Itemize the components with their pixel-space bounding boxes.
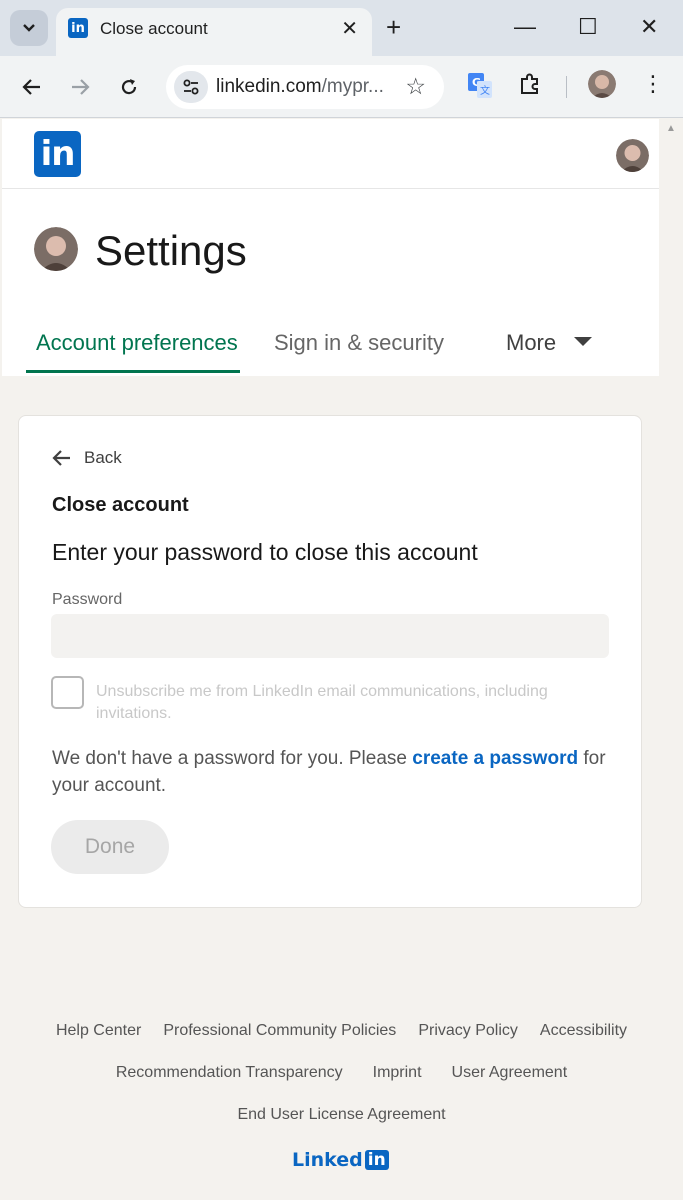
create-password-link[interactable]: create a password xyxy=(412,748,578,769)
browser-toolbar: linkedin.com/mypr... ☆ G文 ⋮ xyxy=(0,56,683,118)
back-nav-button[interactable] xyxy=(15,70,49,104)
window-maximize-button[interactable]: ☐ xyxy=(578,12,598,42)
arrow-left-icon xyxy=(22,79,40,95)
settings-header: Settings Account preferences Sign in & s… xyxy=(2,189,659,376)
settings-tabs: Account preferences Sign in & security M… xyxy=(2,314,659,376)
arrow-right-icon xyxy=(72,79,90,95)
linkedin-topbar: in ▲ xyxy=(2,119,676,189)
page-content: in ▲ Settings Account preferences Sign i… xyxy=(0,119,683,1200)
tab-title: Close account xyxy=(100,19,208,38)
site-info-button[interactable] xyxy=(174,71,208,103)
unsubscribe-checkbox-label: Unsubscribe me from LinkedIn email commu… xyxy=(96,683,548,722)
footer-link-recommendation-transparency[interactable]: Recommendation Transparency xyxy=(116,1064,343,1082)
footer-link-community-policies[interactable]: Professional Community Policies xyxy=(163,1022,396,1040)
footer-link-help-center[interactable]: Help Center xyxy=(56,1022,141,1040)
linkedin-favicon-icon: in xyxy=(68,18,88,38)
address-bar[interactable]: linkedin.com/mypr... ☆ xyxy=(166,65,444,109)
back-label: Back xyxy=(84,448,122,467)
page-title: Settings xyxy=(95,227,247,274)
footer-row-1: Help Center Professional Community Polic… xyxy=(0,1022,683,1040)
window-close-button[interactable]: ✕ xyxy=(640,12,658,42)
card-title: Close account xyxy=(52,494,189,516)
close-account-card: Back Close account Enter your password t… xyxy=(18,415,642,908)
footer-link-privacy-policy[interactable]: Privacy Policy xyxy=(418,1022,518,1040)
linkedin-logo[interactable]: in xyxy=(34,131,81,177)
tab-account-preferences[interactable]: Account preferences xyxy=(36,330,238,356)
forward-nav-button[interactable] xyxy=(63,70,97,104)
unsubscribe-checkbox[interactable] xyxy=(51,676,84,709)
tab-more[interactable]: More xyxy=(506,330,593,356)
reload-button[interactable] xyxy=(112,70,146,104)
footer-row-2: Recommendation Transparency Imprint User… xyxy=(0,1064,683,1082)
profile-avatar-icon[interactable] xyxy=(588,70,616,98)
settings-avatar xyxy=(34,227,78,271)
new-tab-button[interactable]: + xyxy=(386,12,401,42)
browser-tabstrip: in Close account ✕ + — ☐ ✕ xyxy=(0,0,683,56)
svg-text:文: 文 xyxy=(480,84,490,97)
footer-link-user-agreement[interactable]: User Agreement xyxy=(452,1064,568,1082)
tab-sign-in-security[interactable]: Sign in & security xyxy=(274,330,444,356)
chevron-down-icon xyxy=(23,24,35,32)
caret-down-icon xyxy=(574,336,593,346)
password-label: Password xyxy=(52,591,123,608)
arrow-left-icon xyxy=(52,450,70,466)
password-input[interactable] xyxy=(51,614,609,658)
bookmark-star-icon[interactable]: ☆ xyxy=(405,73,426,100)
tune-icon xyxy=(183,79,199,95)
tab-search-button[interactable] xyxy=(10,10,48,46)
extensions-puzzle-icon[interactable] xyxy=(518,72,542,101)
footer-link-imprint[interactable]: Imprint xyxy=(373,1064,422,1082)
active-tab-indicator xyxy=(26,370,240,373)
google-translate-icon[interactable]: G文 xyxy=(468,73,492,99)
toolbar-separator xyxy=(566,76,567,98)
footer-link-eula[interactable]: End User License Agreement xyxy=(237,1106,445,1124)
scroll-up-arrow-icon[interactable]: ▲ xyxy=(666,123,676,134)
window-minimize-button[interactable]: — xyxy=(514,12,536,42)
reload-icon xyxy=(121,79,137,95)
tab-close-icon[interactable]: ✕ xyxy=(341,16,358,41)
browser-tab-active[interactable]: in Close account ✕ xyxy=(56,8,372,56)
footer-row-3: End User License Agreement xyxy=(0,1106,683,1124)
done-button[interactable]: Done xyxy=(51,820,169,874)
url-text[interactable]: linkedin.com/mypr... xyxy=(216,76,384,98)
footer-linkedin-logo: Linked in xyxy=(292,1149,389,1171)
back-link[interactable]: Back xyxy=(52,448,122,468)
footer-link-accessibility[interactable]: Accessibility xyxy=(540,1022,627,1040)
no-password-notice: We don't have a password for you. Please… xyxy=(52,748,606,796)
card-subtitle: Enter your password to close this accoun… xyxy=(52,539,478,565)
browser-menu-icon[interactable]: ⋮ xyxy=(642,70,664,98)
user-avatar[interactable] xyxy=(616,139,649,172)
